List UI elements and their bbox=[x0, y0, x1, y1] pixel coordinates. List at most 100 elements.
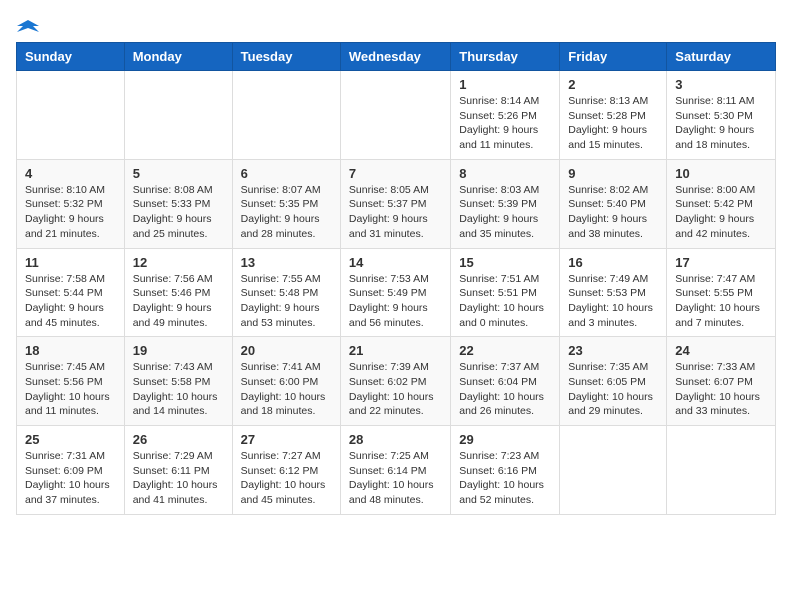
day-info: Sunrise: 7:39 AM Sunset: 6:02 PM Dayligh… bbox=[349, 360, 442, 419]
weekday-header-sunday: Sunday bbox=[17, 43, 125, 71]
calendar-cell: 24Sunrise: 7:33 AM Sunset: 6:07 PM Dayli… bbox=[667, 337, 776, 426]
day-number: 27 bbox=[241, 432, 332, 447]
calendar-cell: 13Sunrise: 7:55 AM Sunset: 5:48 PM Dayli… bbox=[232, 248, 340, 337]
day-number: 11 bbox=[25, 255, 116, 270]
calendar-cell: 21 Sunrise: 7:39 AM Sunset: 6:02 PM Dayli… bbox=[340, 337, 450, 426]
week-row-4: 25 Sunrise: 7:31 AM Sunset: 6:09 PM Dayli… bbox=[17, 426, 776, 515]
day-number: 28 bbox=[349, 432, 442, 447]
day-info: Sunrise: 7:41 AM Sunset: 6:00 PM Dayligh… bbox=[241, 360, 332, 419]
calendar-cell: 17 Sunrise: 7:47 AM Sunset: 5:55 PM Dayli… bbox=[667, 248, 776, 337]
calendar-cell: 1 Sunrise: 8:14 AM Sunset: 5:26 PM Daylig… bbox=[451, 71, 560, 160]
day-info: Sunrise: 7:27 AM Sunset: 6:12 PM Dayligh… bbox=[241, 449, 332, 508]
weekday-header-monday: Monday bbox=[124, 43, 232, 71]
day-number: 1 bbox=[459, 77, 551, 92]
calendar-cell: 7 Sunrise: 8:05 AM Sunset: 5:37 PM Daylig… bbox=[340, 159, 450, 248]
calendar-cell: 5 Sunrise: 8:08 AM Sunset: 5:33 PM Daylig… bbox=[124, 159, 232, 248]
calendar-cell: 26 Sunrise: 7:29 AM Sunset: 6:11 PM Dayli… bbox=[124, 426, 232, 515]
day-info: Sunrise: 7:47 AM Sunset: 5:55 PM Dayligh… bbox=[675, 272, 767, 331]
calendar-cell: 18Sunrise: 7:45 AM Sunset: 5:56 PM Dayli… bbox=[17, 337, 125, 426]
calendar-cell: 11 Sunrise: 7:58 AM Sunset: 5:44 PM Dayli… bbox=[17, 248, 125, 337]
calendar-cell: 28 Sunrise: 7:25 AM Sunset: 6:14 PM Dayli… bbox=[340, 426, 450, 515]
calendar-cell: 14 Sunrise: 7:53 AM Sunset: 5:49 PM Dayli… bbox=[340, 248, 450, 337]
day-number: 23 bbox=[568, 343, 658, 358]
calendar-cell: 15 Sunrise: 7:51 AM Sunset: 5:51 PM Dayli… bbox=[451, 248, 560, 337]
day-number: 16 bbox=[568, 255, 658, 270]
day-number: 2 bbox=[568, 77, 658, 92]
calendar-cell: 4 Sunrise: 8:10 AM Sunset: 5:32 PM Daylig… bbox=[17, 159, 125, 248]
day-number: 13 bbox=[241, 255, 332, 270]
day-info: Sunrise: 8:10 AM Sunset: 5:32 PM Dayligh… bbox=[25, 183, 116, 242]
day-info: Sunrise: 7:31 AM Sunset: 6:09 PM Dayligh… bbox=[25, 449, 116, 508]
day-number: 8 bbox=[459, 166, 551, 181]
weekday-header-row: SundayMondayTuesdayWednesdayThursdayFrid… bbox=[17, 43, 776, 71]
day-info: Sunrise: 7:53 AM Sunset: 5:49 PM Dayligh… bbox=[349, 272, 442, 331]
day-info: Sunrise: 8:08 AM Sunset: 5:33 PM Dayligh… bbox=[133, 183, 224, 242]
calendar-cell: 3 Sunrise: 8:11 AM Sunset: 5:30 PM Daylig… bbox=[667, 71, 776, 160]
calendar-cell: 19 Sunrise: 7:43 AM Sunset: 5:58 PM Dayli… bbox=[124, 337, 232, 426]
calendar-cell: 27 Sunrise: 7:27 AM Sunset: 6:12 PM Dayli… bbox=[232, 426, 340, 515]
day-number: 7 bbox=[349, 166, 442, 181]
week-row-1: 4 Sunrise: 8:10 AM Sunset: 5:32 PM Daylig… bbox=[17, 159, 776, 248]
day-info: Sunrise: 8:00 AM Sunset: 5:42 PM Dayligh… bbox=[675, 183, 767, 242]
calendar-cell bbox=[17, 71, 125, 160]
day-info: Sunrise: 8:05 AM Sunset: 5:37 PM Dayligh… bbox=[349, 183, 442, 242]
day-info: Sunrise: 7:33 AM Sunset: 6:07 PM Dayligh… bbox=[675, 360, 767, 419]
calendar-table: SundayMondayTuesdayWednesdayThursdayFrid… bbox=[16, 42, 776, 515]
day-number: 21 bbox=[349, 343, 442, 358]
calendar-cell: 12Sunrise: 7:56 AM Sunset: 5:46 PM Dayli… bbox=[124, 248, 232, 337]
day-info: Sunrise: 8:07 AM Sunset: 5:35 PM Dayligh… bbox=[241, 183, 332, 242]
calendar-cell: 22 Sunrise: 7:37 AM Sunset: 6:04 PM Dayli… bbox=[451, 337, 560, 426]
day-number: 3 bbox=[675, 77, 767, 92]
calendar-cell: 2 Sunrise: 8:13 AM Sunset: 5:28 PM Daylig… bbox=[560, 71, 667, 160]
calendar-cell: 10 Sunrise: 8:00 AM Sunset: 5:42 PM Dayli… bbox=[667, 159, 776, 248]
day-number: 26 bbox=[133, 432, 224, 447]
day-number: 10 bbox=[675, 166, 767, 181]
day-info: Sunrise: 7:49 AM Sunset: 5:53 PM Dayligh… bbox=[568, 272, 658, 331]
day-info: Sunrise: 7:58 AM Sunset: 5:44 PM Dayligh… bbox=[25, 272, 116, 331]
calendar-cell bbox=[124, 71, 232, 160]
day-info: Sunrise: 8:03 AM Sunset: 5:39 PM Dayligh… bbox=[459, 183, 551, 242]
day-info: Sunrise: 8:13 AM Sunset: 5:28 PM Dayligh… bbox=[568, 94, 658, 153]
day-number: 17 bbox=[675, 255, 767, 270]
calendar-cell: 8 Sunrise: 8:03 AM Sunset: 5:39 PM Daylig… bbox=[451, 159, 560, 248]
day-number: 4 bbox=[25, 166, 116, 181]
week-row-0: 1 Sunrise: 8:14 AM Sunset: 5:26 PM Daylig… bbox=[17, 71, 776, 160]
weekday-header-wednesday: Wednesday bbox=[340, 43, 450, 71]
day-info: Sunrise: 7:29 AM Sunset: 6:11 PM Dayligh… bbox=[133, 449, 224, 508]
weekday-header-saturday: Saturday bbox=[667, 43, 776, 71]
day-info: Sunrise: 7:25 AM Sunset: 6:14 PM Dayligh… bbox=[349, 449, 442, 508]
logo-bird-icon bbox=[17, 16, 39, 38]
calendar-cell bbox=[340, 71, 450, 160]
day-info: Sunrise: 8:02 AM Sunset: 5:40 PM Dayligh… bbox=[568, 183, 658, 242]
weekday-header-tuesday: Tuesday bbox=[232, 43, 340, 71]
day-number: 5 bbox=[133, 166, 224, 181]
calendar-cell: 9 Sunrise: 8:02 AM Sunset: 5:40 PM Daylig… bbox=[560, 159, 667, 248]
calendar-cell: 20 Sunrise: 7:41 AM Sunset: 6:00 PM Dayli… bbox=[232, 337, 340, 426]
weekday-header-thursday: Thursday bbox=[451, 43, 560, 71]
day-info: Sunrise: 7:35 AM Sunset: 6:05 PM Dayligh… bbox=[568, 360, 658, 419]
day-info: Sunrise: 8:11 AM Sunset: 5:30 PM Dayligh… bbox=[675, 94, 767, 153]
day-info: Sunrise: 7:45 AM Sunset: 5:56 PM Dayligh… bbox=[25, 360, 116, 419]
calendar-cell: 16 Sunrise: 7:49 AM Sunset: 5:53 PM Dayli… bbox=[560, 248, 667, 337]
day-info: Sunrise: 7:37 AM Sunset: 6:04 PM Dayligh… bbox=[459, 360, 551, 419]
header bbox=[16, 16, 776, 34]
day-number: 25 bbox=[25, 432, 116, 447]
calendar-cell bbox=[667, 426, 776, 515]
day-number: 14 bbox=[349, 255, 442, 270]
day-info: Sunrise: 7:56 AM Sunset: 5:46 PM Dayligh… bbox=[133, 272, 224, 331]
calendar-cell: 25 Sunrise: 7:31 AM Sunset: 6:09 PM Dayli… bbox=[17, 426, 125, 515]
week-row-3: 18Sunrise: 7:45 AM Sunset: 5:56 PM Dayli… bbox=[17, 337, 776, 426]
day-number: 15 bbox=[459, 255, 551, 270]
day-number: 9 bbox=[568, 166, 658, 181]
logo bbox=[16, 16, 39, 34]
day-number: 19 bbox=[133, 343, 224, 358]
day-info: Sunrise: 7:43 AM Sunset: 5:58 PM Dayligh… bbox=[133, 360, 224, 419]
calendar-cell bbox=[232, 71, 340, 160]
calendar-cell: 29Sunrise: 7:23 AM Sunset: 6:16 PM Dayli… bbox=[451, 426, 560, 515]
day-info: Sunrise: 8:14 AM Sunset: 5:26 PM Dayligh… bbox=[459, 94, 551, 153]
day-number: 20 bbox=[241, 343, 332, 358]
day-info: Sunrise: 7:51 AM Sunset: 5:51 PM Dayligh… bbox=[459, 272, 551, 331]
day-number: 6 bbox=[241, 166, 332, 181]
calendar-cell: 6 Sunrise: 8:07 AM Sunset: 5:35 PM Daylig… bbox=[232, 159, 340, 248]
day-number: 22 bbox=[459, 343, 551, 358]
